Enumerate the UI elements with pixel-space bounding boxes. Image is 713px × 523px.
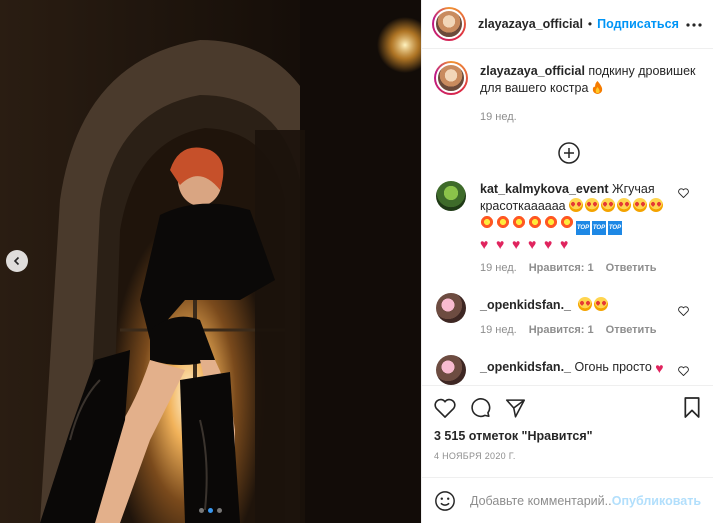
bookmark-icon[interactable]: [683, 397, 701, 418]
comment-item: kat_kalmykova_event Жгучая красоткаааааа…: [434, 181, 703, 277]
slide-dot: [217, 508, 222, 513]
more-dots-icon[interactable]: [685, 15, 703, 33]
load-more-button[interactable]: [434, 141, 703, 167]
comment-like-icon[interactable]: [678, 365, 689, 379]
follow-button[interactable]: Подписаться: [597, 17, 679, 31]
smiley-icon[interactable]: [434, 490, 456, 512]
heart-emoji-row: ♥ ♥ ♥ ♥ ♥ ♥: [480, 236, 569, 252]
comment-like-icon[interactable]: [678, 187, 689, 201]
likes-count[interactable]: 3 515 отметок "Нравится": [422, 429, 713, 443]
comment-like-icon[interactable]: [678, 305, 689, 319]
red-heart-emoji: ♥: [655, 360, 664, 376]
plus-circle-icon: [557, 142, 580, 164]
slide-dot-active: [208, 508, 213, 513]
collision-emoji-row: TOP TOP TOP: [480, 215, 624, 235]
comment-item: _openkidsfan._ Огонь просто ♥: [434, 355, 703, 385]
comment-username[interactable]: _openkidsfan._: [480, 360, 571, 374]
comment-time[interactable]: 19 нед.: [480, 260, 517, 277]
avatar[interactable]: [436, 181, 466, 211]
fire-icon: [592, 81, 603, 94]
comment-likes[interactable]: Нравится: 1: [529, 322, 594, 339]
avatar[interactable]: [432, 7, 466, 41]
post-header: zlayazaya_official • Подписаться: [422, 0, 713, 49]
comment-username[interactable]: kat_kalmykova_event: [480, 182, 609, 196]
comment-text: Огонь просто: [574, 360, 652, 374]
slide-dot: [199, 508, 204, 513]
reply-button[interactable]: Ответить: [606, 260, 657, 277]
comment-time[interactable]: 19 нед.: [480, 322, 517, 339]
prev-slide-button[interactable]: [6, 250, 28, 272]
add-comment-input[interactable]: [470, 493, 612, 508]
avatar[interactable]: [436, 355, 466, 385]
slide-indicator: [0, 508, 421, 513]
chevron-left-icon: [13, 256, 20, 266]
publish-button[interactable]: Опубликовать: [612, 494, 701, 508]
reply-button[interactable]: Ответить: [606, 322, 657, 339]
photo-image: [0, 0, 421, 523]
caption-time[interactable]: 19 нед.: [480, 111, 703, 123]
header-separator: •: [587, 17, 593, 31]
heart-outline-icon[interactable]: [434, 398, 456, 418]
caption: zlayazaya_official подкину дровишек для …: [434, 61, 703, 97]
post-date[interactable]: 4 НОЯБРЯ 2020 Г.: [422, 451, 713, 461]
comments-list[interactable]: zlayazaya_official подкину дровишек для …: [422, 49, 713, 385]
comment-username[interactable]: _openkidsfan._: [480, 298, 571, 312]
comment-item: _openkidsfan._ 19 нед. Нравится: 1 Ответ…: [434, 293, 703, 339]
post-sidebar: zlayazaya_official • Подписаться zlayaza…: [421, 0, 713, 523]
comment-likes[interactable]: Нравится: 1: [529, 260, 594, 277]
avatar[interactable]: [434, 61, 468, 95]
avatar[interactable]: [436, 293, 466, 323]
username-link[interactable]: zlayazaya_official: [478, 17, 583, 31]
post-actions: [422, 385, 713, 429]
paper-plane-icon[interactable]: [505, 398, 526, 418]
add-comment-bar: Опубликовать: [422, 477, 713, 523]
post-photo[interactable]: [0, 0, 421, 523]
heart-eyes-emoji-row: [569, 198, 665, 213]
caption-username[interactable]: zlayazaya_official: [480, 64, 585, 78]
comment-bubble-icon[interactable]: [470, 397, 491, 418]
heart-eyes-emoji-row: [574, 297, 609, 312]
